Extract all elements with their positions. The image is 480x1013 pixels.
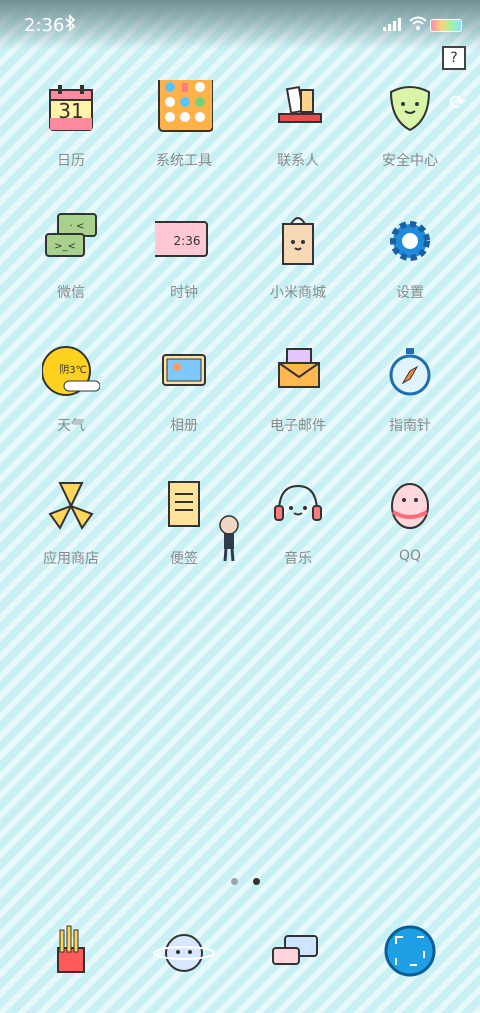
battery-icon: [430, 19, 462, 32]
app-label: 小米商城: [270, 285, 326, 301]
chat-bubbles-icon: [272, 935, 318, 965]
app-gallery[interactable]: 相册: [129, 345, 239, 435]
dock-app-messages[interactable]: [129, 922, 239, 988]
contacts-icon: [278, 85, 322, 123]
bluetooth-icon: [65, 14, 76, 32]
app-label: 设置: [396, 285, 424, 301]
app-label: 应用商店: [43, 551, 99, 567]
calendar-icon: 31: [49, 85, 93, 131]
fries-icon: [57, 925, 85, 973]
calendar-day: 31: [58, 99, 83, 123]
app-label: 音乐: [284, 551, 312, 567]
status-bar: 2:36: [0, 0, 480, 50]
page-dot-active: [253, 878, 261, 885]
weather-icon: 阴3℃: [41, 346, 101, 396]
app-label: 相册: [170, 418, 198, 434]
app-label: 联系人: [277, 153, 319, 169]
app-label: 电子邮件: [270, 418, 326, 434]
app-music[interactable]: 音乐: [243, 478, 353, 568]
page-dot-inactive: [231, 878, 238, 885]
app-label: 时钟: [170, 285, 198, 301]
app-app-store[interactable]: 应用商店: [16, 478, 126, 568]
clock-icon: 2:36: [148, 221, 208, 257]
status-time: 2:36: [24, 15, 65, 36]
clock-text: 2:36: [174, 234, 201, 248]
app-label: 指南针: [389, 418, 431, 434]
app-clock[interactable]: 2:36 时钟: [129, 212, 239, 302]
compass-icon: [389, 348, 431, 396]
app-label: QQ: [398, 548, 422, 564]
wifi-icon: [409, 16, 427, 30]
app-label: 微信: [57, 285, 85, 301]
app-settings[interactable]: 设置: [355, 212, 465, 302]
signal-icon: [383, 18, 401, 31]
person-sticker-icon: [219, 515, 239, 562]
svg-text:· <: · <: [70, 221, 85, 232]
app-store-icon: [48, 482, 94, 530]
app-qq[interactable]: QQ: [355, 478, 465, 564]
gallery-icon: [162, 354, 206, 386]
app-calendar[interactable]: 31 日历: [16, 80, 126, 170]
app-mi-store[interactable]: 小米商城: [243, 212, 353, 302]
dock-app-camera[interactable]: [355, 922, 465, 988]
help-icon[interactable]: ?: [442, 46, 466, 70]
weather-text: 阴3℃: [59, 364, 87, 376]
app-security[interactable]: 安全中心: [355, 80, 465, 170]
email-icon: [278, 348, 320, 388]
shopping-bag-icon: [282, 217, 314, 265]
app-label: 天气: [57, 418, 85, 434]
dock-app-phone[interactable]: [16, 922, 126, 988]
app-weather[interactable]: 阴3℃ 天气: [16, 345, 126, 435]
app-label: 系统工具: [156, 153, 212, 169]
page-indicator: [226, 870, 265, 889]
camera-icon: [384, 925, 436, 977]
app-system-tools[interactable]: 系统工具: [129, 74, 239, 170]
wechat-icon: · < >_<: [45, 213, 97, 257]
app-label: 日历: [57, 153, 85, 169]
shield-icon: [389, 86, 431, 132]
gear-icon: [390, 221, 430, 261]
planet-icon: [153, 934, 215, 972]
app-compass[interactable]: 指南针: [355, 345, 465, 435]
system-tools-icon: [158, 74, 214, 132]
notes-icon: [168, 481, 200, 527]
app-wechat[interactable]: · < >_< 微信: [16, 212, 126, 302]
svg-text:>_<: >_<: [54, 241, 76, 252]
app-label: 安全中心: [382, 153, 438, 169]
headphones-icon: [274, 484, 322, 521]
app-email[interactable]: 电子邮件: [243, 345, 353, 435]
qq-penguin-icon: [391, 483, 429, 529]
dock-app-browser[interactable]: [243, 922, 353, 988]
app-contacts[interactable]: 联系人: [243, 80, 353, 170]
